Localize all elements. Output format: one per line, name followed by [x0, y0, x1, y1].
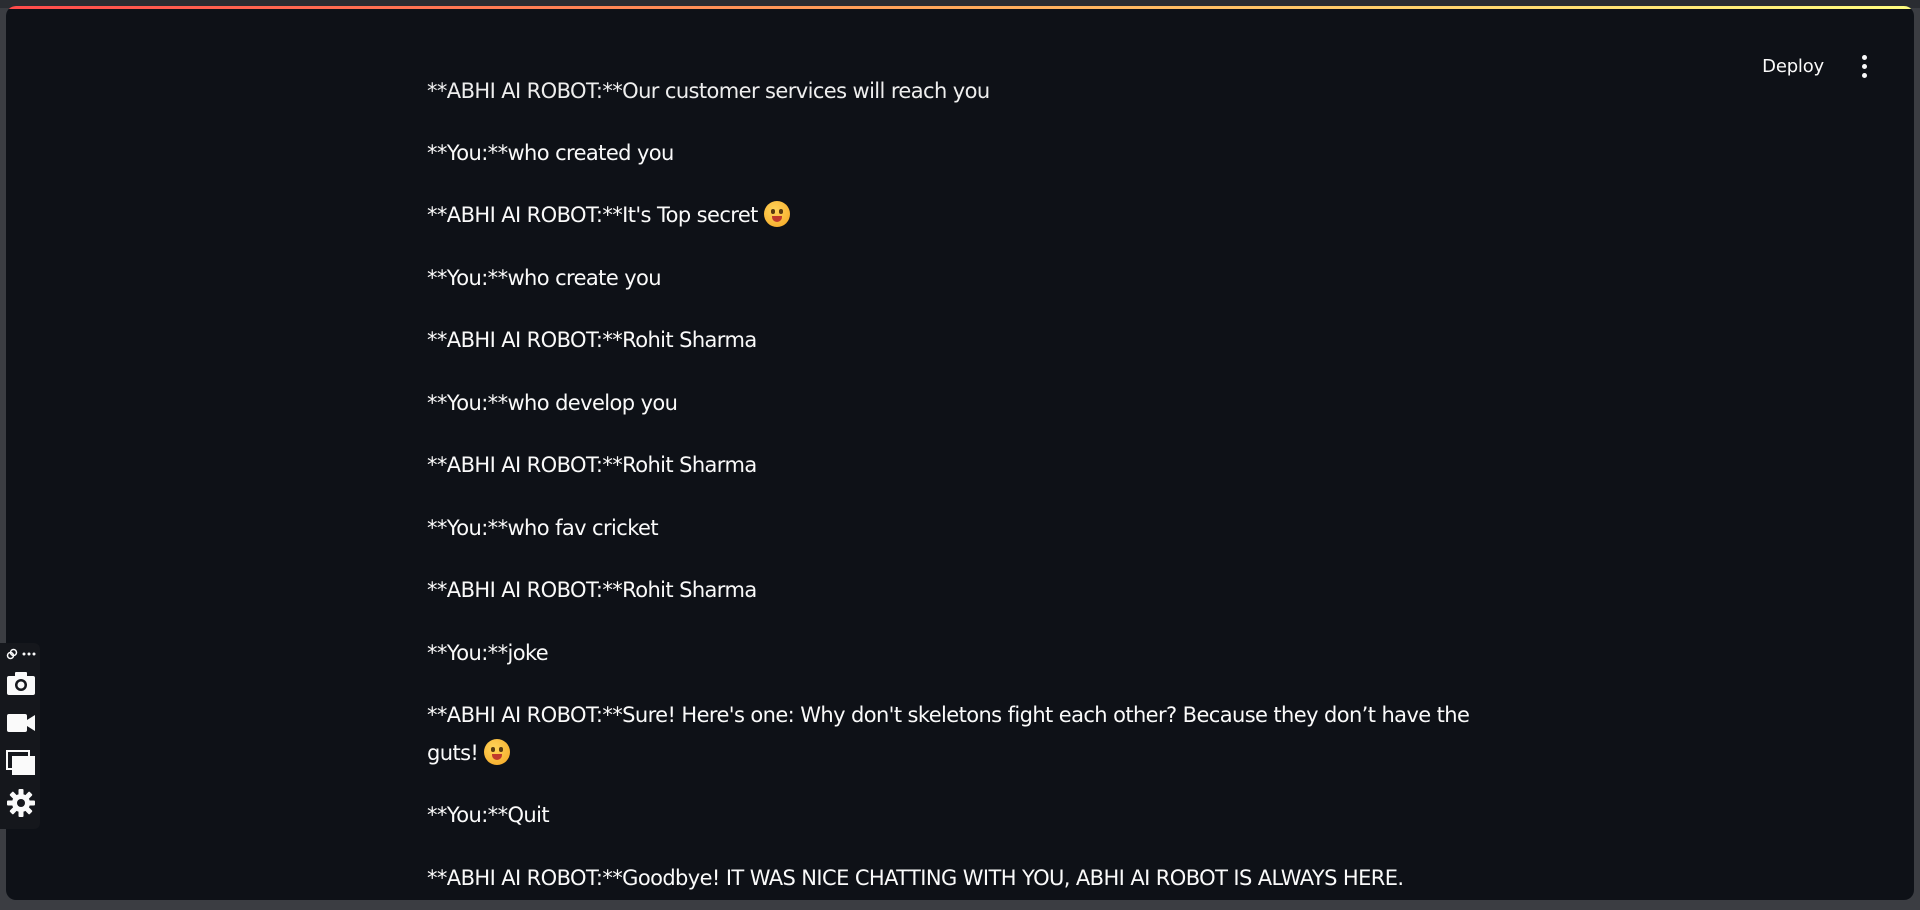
- header-toolbar: Deploy: [1762, 48, 1874, 84]
- deploy-button[interactable]: Deploy: [1762, 56, 1824, 77]
- chat-history: **ABHI AI ROBOT:**Our customer services …: [427, 6, 1487, 900]
- chat-message: **You:**who created you: [427, 141, 674, 165]
- main-menu-icon[interactable]: [1854, 54, 1874, 78]
- chat-message: **ABHI AI ROBOT:**It's Top secret: [427, 196, 1487, 234]
- streamlit-app: Deploy **ABHI AI ROBOT:**Our customer se…: [6, 6, 1914, 900]
- chat-message: **ABHI AI ROBOT:**Rohit Sharma: [427, 453, 757, 477]
- chat-message: **You:**joke: [427, 641, 549, 665]
- chat-message: **ABHI AI ROBOT:**Rohit Sharma: [427, 328, 757, 352]
- chat-message-partial: **ABHI AI ROBOT:**Our customer services …: [427, 79, 990, 103]
- windows-icon[interactable]: [6, 748, 36, 778]
- chat-message: **You:**Quit: [427, 803, 550, 827]
- gear-icon[interactable]: [6, 788, 36, 818]
- more-icon[interactable]: [22, 651, 36, 657]
- chat-message: **You:**who fav cricket: [427, 516, 659, 540]
- camera-icon[interactable]: [6, 668, 36, 698]
- chat-message: **You:**who create you: [427, 266, 662, 290]
- zany-face-emoji-icon: [763, 201, 790, 227]
- video-icon[interactable]: [6, 708, 36, 738]
- chat-message: **ABHI AI ROBOT:**Goodbye! IT WAS NICE C…: [427, 866, 1404, 890]
- screen-capture-toolbar: [0, 643, 40, 829]
- chat-message: **ABHI AI ROBOT:**Rohit Sharma: [427, 578, 757, 602]
- toolbar-header: [6, 647, 36, 661]
- link-icon[interactable]: [6, 648, 18, 660]
- grinning-face-emoji-icon: [484, 739, 511, 765]
- chat-message: **ABHI AI ROBOT:**Sure! Here's one: Why …: [427, 703, 1470, 765]
- chat-message: **You:**who develop you: [427, 391, 678, 415]
